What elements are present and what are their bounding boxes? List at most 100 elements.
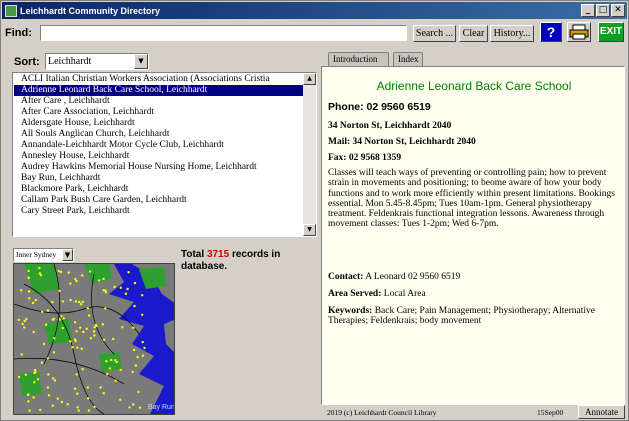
map-point[interactable] bbox=[77, 409, 80, 412]
map-point[interactable] bbox=[27, 269, 30, 273]
map-point[interactable] bbox=[42, 342, 46, 346]
map-point[interactable] bbox=[106, 373, 109, 376]
map-point[interactable] bbox=[76, 392, 79, 395]
map-point[interactable] bbox=[47, 394, 51, 397]
map-point[interactable] bbox=[141, 313, 144, 316]
search-button[interactable]: Search ... bbox=[413, 25, 456, 42]
minimize-button[interactable]: _ bbox=[581, 4, 595, 17]
map-point[interactable] bbox=[105, 360, 108, 363]
map-point[interactable] bbox=[88, 270, 92, 273]
map-point[interactable] bbox=[53, 337, 56, 340]
map-point[interactable] bbox=[32, 330, 35, 334]
annotate-button[interactable]: Annotate bbox=[578, 405, 625, 419]
map-point[interactable] bbox=[76, 406, 79, 409]
map-point[interactable] bbox=[121, 326, 124, 329]
map-point[interactable] bbox=[141, 354, 145, 357]
list-item[interactable]: Annesley House, Leichhardt bbox=[14, 151, 303, 162]
scroll-up-icon[interactable]: ▲ bbox=[303, 73, 316, 85]
map-point[interactable] bbox=[32, 396, 35, 399]
map-point[interactable] bbox=[58, 318, 62, 321]
area-map[interactable]: Bay Run bbox=[13, 263, 175, 415]
map-point[interactable] bbox=[23, 319, 26, 323]
map-point[interactable] bbox=[97, 279, 101, 282]
map-point[interactable] bbox=[44, 323, 48, 326]
map-point[interactable] bbox=[69, 298, 72, 302]
map-point[interactable] bbox=[110, 358, 113, 362]
map-point[interactable] bbox=[74, 300, 78, 303]
map-point[interactable] bbox=[25, 318, 28, 321]
map-point[interactable] bbox=[38, 272, 42, 275]
region-dropdown[interactable]: Inner Sydney ▼ bbox=[13, 248, 74, 262]
map-point[interactable] bbox=[119, 286, 123, 289]
map-point[interactable] bbox=[101, 323, 105, 326]
map-point[interactable] bbox=[81, 274, 84, 277]
map-point[interactable] bbox=[26, 393, 30, 397]
list-item[interactable]: Callam Park Bush Care Garden, Leichhardt bbox=[14, 195, 303, 206]
map-point[interactable] bbox=[108, 367, 112, 370]
map-point[interactable] bbox=[62, 317, 65, 320]
map-point[interactable] bbox=[79, 302, 83, 306]
map-point[interactable] bbox=[27, 290, 31, 293]
map-point[interactable] bbox=[104, 307, 107, 310]
sort-dropdown[interactable]: Leichhardt ▼ bbox=[45, 53, 149, 70]
map-point[interactable] bbox=[86, 307, 90, 310]
map-point[interactable] bbox=[85, 327, 88, 330]
map-point[interactable] bbox=[82, 330, 85, 334]
map-point[interactable] bbox=[23, 326, 26, 329]
map-point[interactable] bbox=[27, 400, 30, 403]
map-point[interactable] bbox=[69, 340, 72, 343]
map-point[interactable] bbox=[75, 279, 78, 283]
map-point[interactable] bbox=[51, 300, 54, 304]
map-point[interactable] bbox=[75, 330, 78, 333]
map-point[interactable] bbox=[74, 277, 77, 281]
map-point[interactable] bbox=[87, 314, 91, 317]
close-button[interactable]: ✕ bbox=[611, 4, 625, 17]
map-point[interactable] bbox=[58, 289, 61, 293]
map-point[interactable] bbox=[99, 386, 102, 389]
map-point[interactable] bbox=[52, 351, 56, 354]
map-point[interactable] bbox=[51, 404, 54, 407]
scroll-down-icon[interactable]: ▼ bbox=[303, 224, 316, 236]
map-point[interactable] bbox=[39, 408, 42, 412]
map-point[interactable] bbox=[73, 387, 77, 390]
map-point[interactable] bbox=[53, 379, 57, 382]
map-point[interactable] bbox=[24, 373, 28, 376]
list-scrollbar[interactable]: ▲ ▼ bbox=[303, 73, 316, 236]
map-point[interactable] bbox=[93, 334, 96, 337]
map-point[interactable] bbox=[33, 381, 36, 384]
map-point[interactable] bbox=[131, 370, 134, 374]
directory-list[interactable]: ACLI Italian Christian Workers Associati… bbox=[12, 72, 317, 237]
map-point[interactable] bbox=[136, 356, 139, 359]
history-button[interactable]: History... bbox=[490, 25, 534, 42]
map-point[interactable] bbox=[60, 400, 64, 404]
map-point[interactable] bbox=[102, 392, 106, 395]
map-point[interactable] bbox=[104, 291, 108, 294]
map-point[interactable] bbox=[134, 364, 137, 367]
map-point[interactable] bbox=[113, 285, 116, 289]
map-point[interactable] bbox=[28, 409, 31, 412]
print-button[interactable] bbox=[567, 22, 591, 42]
map-point[interactable] bbox=[119, 368, 122, 372]
map-point[interactable] bbox=[86, 386, 90, 389]
map-point[interactable] bbox=[137, 390, 140, 394]
list-item[interactable]: Aldersgate House, Leichhardt bbox=[14, 118, 303, 129]
map-point[interactable] bbox=[133, 348, 136, 352]
map-point[interactable] bbox=[27, 276, 30, 279]
list-item[interactable]: Cary Street Park, Leichhardt bbox=[14, 206, 303, 217]
map-point[interactable] bbox=[81, 300, 85, 304]
list-item[interactable]: After Care Association, Leichhardt bbox=[14, 107, 303, 118]
map-point[interactable] bbox=[31, 301, 35, 305]
map-point[interactable] bbox=[112, 337, 115, 341]
maximize-button[interactable]: □ bbox=[596, 4, 610, 17]
map-point[interactable] bbox=[69, 282, 72, 285]
map-point[interactable] bbox=[92, 330, 96, 333]
map-point[interactable] bbox=[102, 277, 105, 281]
map-point[interactable] bbox=[28, 297, 31, 300]
chevron-down-icon[interactable]: ▼ bbox=[134, 54, 148, 69]
exit-button[interactable]: EXIT bbox=[598, 22, 624, 42]
list-item[interactable]: Adrienne Leonard Back Care School, Leich… bbox=[14, 85, 303, 96]
list-item[interactable]: Audrey Hawkins Memorial House Nursing Ho… bbox=[14, 162, 303, 173]
list-item[interactable]: All Souls Anglican Church, Leichhardt bbox=[14, 129, 303, 140]
map-point[interactable] bbox=[124, 292, 128, 295]
map-point[interactable] bbox=[71, 346, 74, 349]
